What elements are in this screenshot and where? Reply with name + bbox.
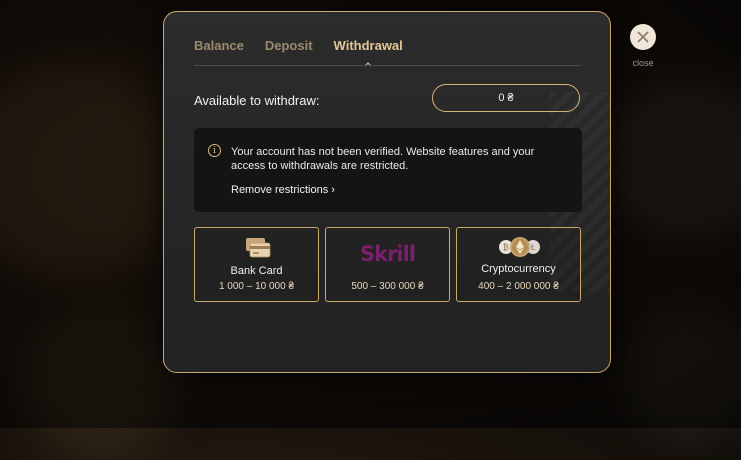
crypto-coins-icon: ₿ Ł: [499, 237, 540, 257]
svg-text:₿: ₿: [503, 243, 509, 252]
verification-notice: i Your account has not been verified. We…: [194, 128, 582, 212]
method-range: 1 000 – 10 000 ₴: [218, 281, 295, 292]
method-name: Bank Card: [230, 265, 283, 277]
tab-divider: [194, 65, 581, 66]
tab-withdrawal-label: Withdrawal: [333, 38, 403, 53]
close-label: close: [632, 58, 654, 68]
info-icon: i: [208, 144, 221, 157]
close-button[interactable]: [630, 24, 656, 50]
remove-restrictions-link[interactable]: Remove restrictions ›: [231, 184, 335, 196]
tab-deposit[interactable]: Deposit: [265, 38, 313, 53]
method-range: 500 – 300 000 ₴: [351, 281, 424, 292]
payment-methods: Bank Card 1 000 – 10 000 ₴ Skrill 500 – …: [194, 227, 581, 302]
tab-withdrawal[interactable]: Withdrawal: [333, 38, 403, 67]
tab-bar: Balance Deposit Withdrawal: [194, 38, 424, 67]
notice-text: Your account has not been verified. Webs…: [231, 146, 535, 172]
svg-text:Ł: Ł: [530, 243, 536, 252]
tab-balance[interactable]: Balance: [194, 38, 244, 53]
skrill-logo: Skrill: [359, 242, 416, 266]
close-icon: [637, 31, 649, 43]
available-label: Available to withdraw:: [194, 93, 320, 108]
bank-card-icon: [246, 238, 271, 258]
method-bank-card[interactable]: Bank Card 1 000 – 10 000 ₴: [194, 227, 319, 302]
method-range: 400 – 2 000 000 ₴: [478, 281, 559, 292]
available-balance-field: 0 ₴: [432, 84, 580, 112]
method-name: Cryptocurrency: [481, 263, 556, 275]
active-tab-caret-icon: [364, 62, 372, 67]
method-skrill[interactable]: Skrill 500 – 300 000 ₴: [325, 227, 450, 302]
method-cryptocurrency[interactable]: ₿ Ł Cryptocurrency 400 – 2 000 000 ₴: [456, 227, 581, 302]
withdrawal-modal: Balance Deposit Withdrawal Available to …: [163, 11, 611, 373]
